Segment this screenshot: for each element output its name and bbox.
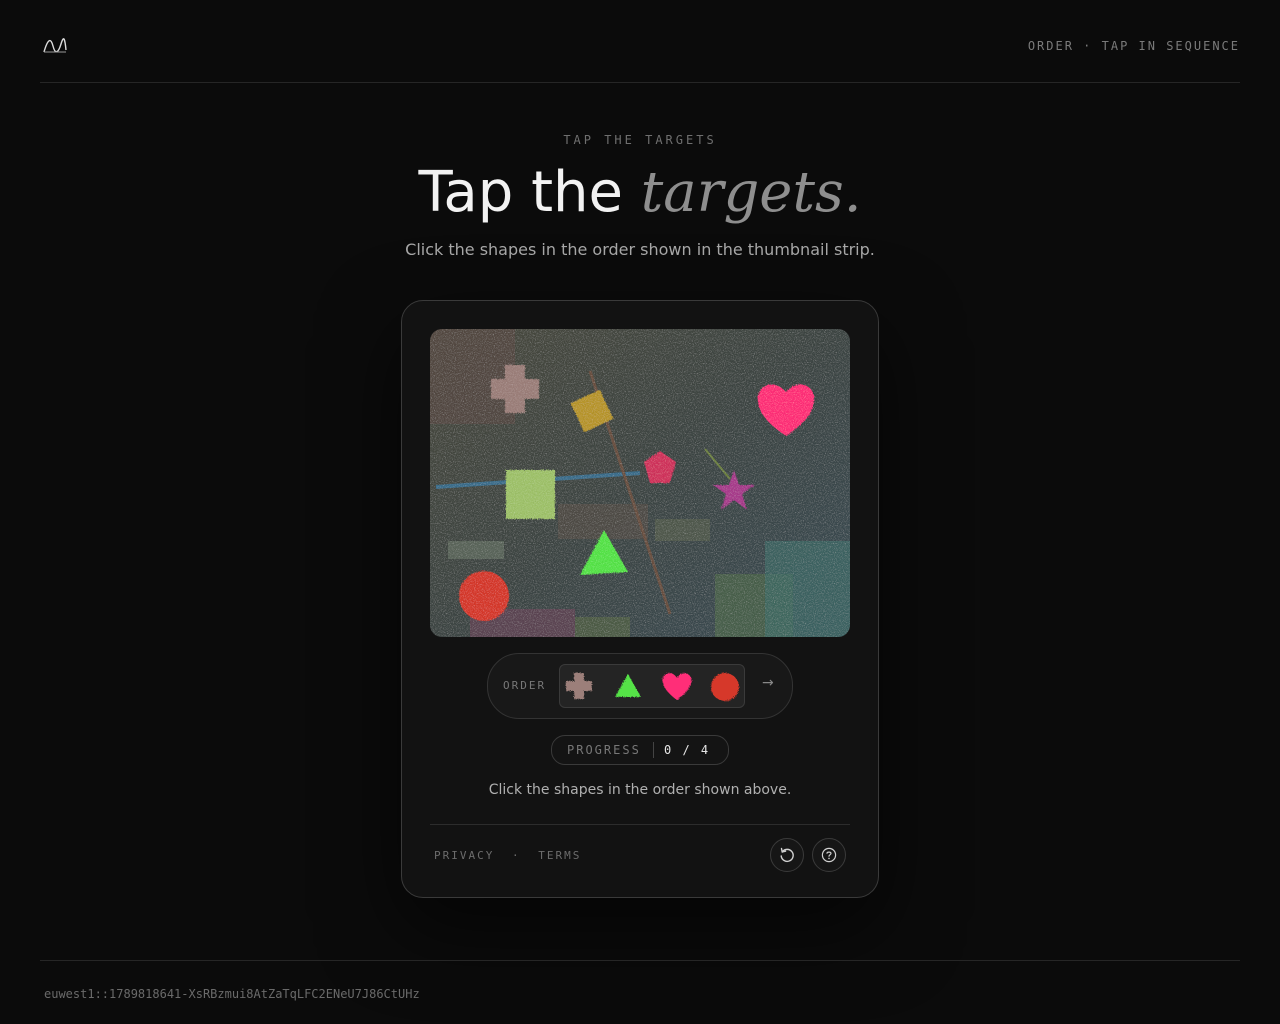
shape-circle bbox=[459, 571, 509, 621]
thumb-heart bbox=[662, 673, 692, 700]
page-title: Tap the targets. bbox=[0, 160, 1280, 226]
eyebrow-label: TAP THE TARGETS bbox=[563, 133, 717, 147]
card-divider bbox=[430, 824, 850, 825]
wave-logo-icon bbox=[43, 38, 67, 53]
page-subtitle: Click the shapes in the order shown in t… bbox=[405, 240, 875, 259]
privacy-link[interactable]: PRIVACY bbox=[434, 849, 494, 862]
header-mode-label: ORDER · TAP IN SEQUENCE bbox=[1027, 39, 1240, 53]
progress-pill: PROGRESS 0 / 4 bbox=[551, 735, 729, 765]
terms-link[interactable]: TERMS bbox=[538, 849, 581, 862]
thumb-cross bbox=[566, 673, 592, 699]
decoy-block bbox=[765, 541, 850, 637]
shape-square bbox=[506, 470, 555, 519]
site-header: ORDER · TAP IN SEQUENCE bbox=[40, 0, 1240, 83]
thumb-circle bbox=[711, 673, 739, 701]
refresh-icon bbox=[780, 847, 794, 862]
decoy-block bbox=[575, 617, 630, 637]
challenge-canvas[interactable] bbox=[430, 329, 850, 637]
help-button[interactable] bbox=[812, 838, 846, 872]
decoy-block bbox=[430, 329, 515, 424]
thumb-triangle bbox=[615, 674, 641, 697]
title-plain: Tap the bbox=[418, 160, 641, 225]
progress-value: 0 / 4 bbox=[664, 743, 711, 757]
challenge-card: ORDER → PROGRESS 0 / 4 Click the shapes … bbox=[401, 300, 879, 898]
title-emphasis: targets. bbox=[640, 160, 862, 225]
link-separator: · bbox=[511, 849, 521, 862]
page-footer-divider bbox=[40, 960, 1240, 961]
decoy-block bbox=[655, 519, 710, 541]
order-label: ORDER bbox=[503, 679, 547, 692]
help-icon bbox=[821, 847, 837, 863]
decoy-block bbox=[448, 541, 504, 559]
order-strip: ORDER → bbox=[487, 653, 793, 719]
progress-label: PROGRESS bbox=[567, 743, 641, 757]
progress-divider bbox=[653, 742, 654, 758]
footer-links: PRIVACY · TERMS bbox=[434, 849, 581, 862]
instruction-text: Click the shapes in the order shown abov… bbox=[488, 782, 792, 798]
thumbnail-strip bbox=[559, 664, 745, 708]
session-id: euwest1::1789818641-XsRBzmui8AtZaTqLFC2E… bbox=[44, 987, 420, 1001]
refresh-button[interactable] bbox=[770, 838, 804, 872]
arrow-right-icon[interactable]: → bbox=[762, 675, 774, 691]
